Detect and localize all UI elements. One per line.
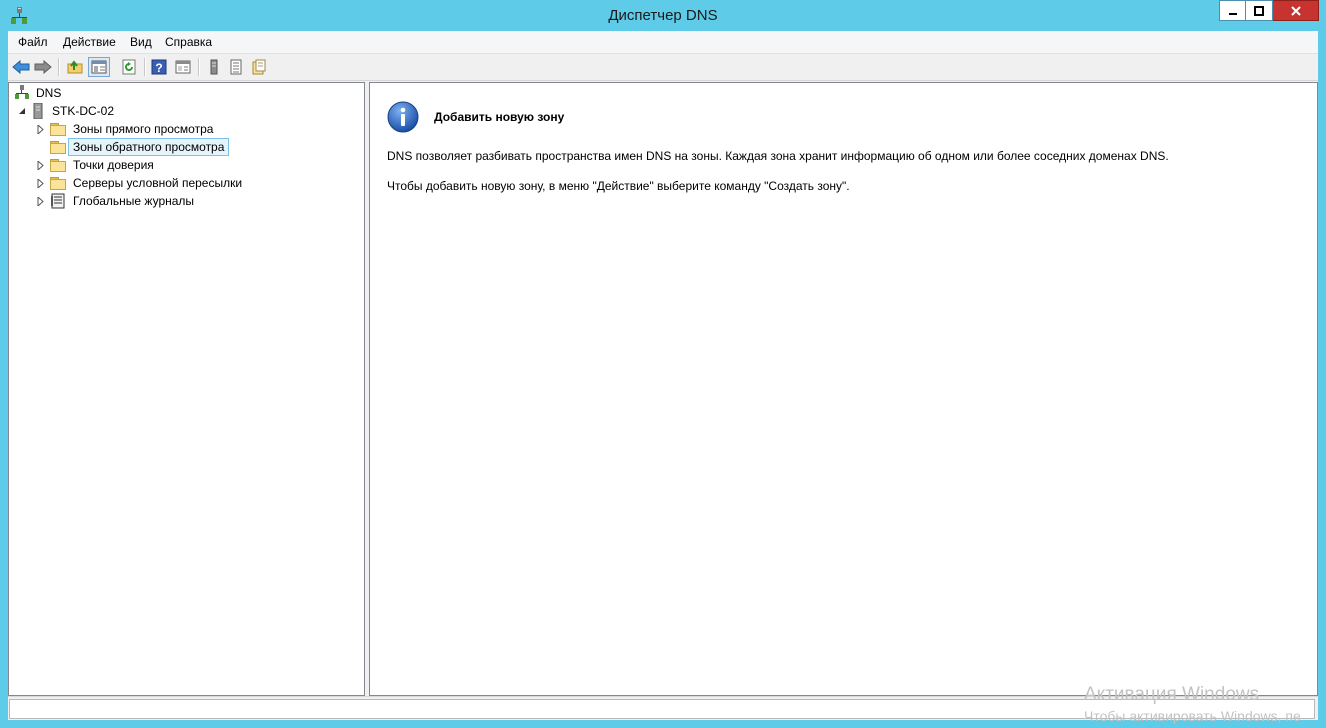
collapse-arrow-icon[interactable] <box>17 106 27 116</box>
properties-button[interactable] <box>172 57 194 77</box>
log-icon <box>51 193 65 209</box>
tree-label: DNS <box>36 86 62 100</box>
expand-arrow-icon[interactable] <box>36 196 46 206</box>
folder-icon <box>50 122 66 136</box>
help-button[interactable]: ? <box>148 57 170 77</box>
records-button[interactable] <box>248 57 270 77</box>
activation-watermark-title: Активация Windows <box>1084 684 1260 705</box>
records-icon <box>252 59 266 75</box>
toolbar-separator <box>58 58 60 76</box>
forward-arrow-icon <box>34 60 52 74</box>
menu-view[interactable]: Вид <box>130 35 152 49</box>
close-button[interactable] <box>1273 0 1319 21</box>
list-button[interactable] <box>225 57 247 77</box>
toolbar: ? <box>8 53 1318 81</box>
tree-label: STK-DC-02 <box>52 104 115 118</box>
svg-text:?: ? <box>155 61 162 75</box>
detail-description: DNS позволяет разбивать пространства име… <box>387 149 1169 163</box>
maximize-icon <box>1254 5 1264 16</box>
menu-help[interactable]: Справка <box>165 35 212 49</box>
menu-action[interactable]: Действие <box>63 35 116 49</box>
window-frame: Файл Действие Вид Справка ? DNS STK-DC-0… <box>8 31 1318 720</box>
tree-label: Зоны прямого просмотра <box>73 122 214 136</box>
detail-title: Добавить новую зону <box>434 110 565 124</box>
detail-instruction: Чтобы добавить новую зону, в меню "Дейст… <box>387 179 850 193</box>
details-pane: Добавить новую зону DNS позволяет разбив… <box>369 82 1318 696</box>
info-icon <box>387 101 419 133</box>
menu-bar: Файл Действие Вид Справка <box>8 31 1318 53</box>
list-icon <box>230 59 242 75</box>
console-tree[interactable]: DNS STK-DC-02 Зоны прямого просмотра Зон… <box>8 82 365 696</box>
folder-icon <box>50 158 66 172</box>
minimize-button[interactable] <box>1219 0 1246 21</box>
server-icon <box>210 59 218 75</box>
tree-label: Серверы условной пересылки <box>73 176 243 190</box>
show-hide-tree-button[interactable] <box>88 57 110 77</box>
folder-icon <box>50 176 66 190</box>
window-title: Диспетчер DNS <box>608 7 718 24</box>
tree-root-dns[interactable]: DNS <box>15 84 66 102</box>
expand-arrow-icon[interactable] <box>36 160 46 170</box>
close-icon <box>1290 5 1301 16</box>
maximize-button[interactable] <box>1246 0 1273 21</box>
toolbar-separator <box>198 58 200 76</box>
back-arrow-icon <box>12 60 30 74</box>
menu-file[interactable]: Файл <box>18 35 48 49</box>
dns-root-icon <box>15 85 29 99</box>
forward-button[interactable] <box>32 57 54 77</box>
back-button[interactable] <box>10 57 32 77</box>
folder-icon <box>50 140 66 154</box>
tree-item-conditional-forwarders[interactable]: Серверы условной пересылки <box>36 174 247 192</box>
tree-label: Точки доверия <box>73 158 154 172</box>
tree-item-trust-points[interactable]: Точки доверия <box>36 156 159 174</box>
tree-label: Зоны обратного просмотра <box>68 138 230 156</box>
expand-arrow-icon[interactable] <box>36 178 46 188</box>
title-bar[interactable]: Диспетчер DNS <box>0 0 1326 31</box>
tree-item-global-logs[interactable]: Глобальные журналы <box>36 192 199 210</box>
help-icon: ? <box>151 59 167 75</box>
properties-icon <box>175 60 191 74</box>
expand-arrow-icon[interactable] <box>36 124 46 134</box>
show-hide-tree-icon <box>91 60 107 74</box>
tree-item-reverse-zones[interactable]: Зоны обратного просмотра <box>36 138 230 156</box>
tree-server-node[interactable]: STK-DC-02 <box>17 102 119 120</box>
tree-item-forward-zones[interactable]: Зоны прямого просмотра <box>36 120 218 138</box>
server-icon <box>33 103 43 119</box>
refresh-icon <box>122 59 136 75</box>
minimize-icon <box>1228 12 1237 15</box>
up-level-button[interactable] <box>64 57 86 77</box>
toolbar-separator <box>144 58 146 76</box>
refresh-button[interactable] <box>118 57 140 77</box>
activation-watermark-text: Чтобы активировать Windows, пе <box>1084 708 1301 724</box>
up-folder-icon <box>67 60 83 74</box>
tree-label: Глобальные журналы <box>73 194 195 208</box>
server-button[interactable] <box>203 57 225 77</box>
